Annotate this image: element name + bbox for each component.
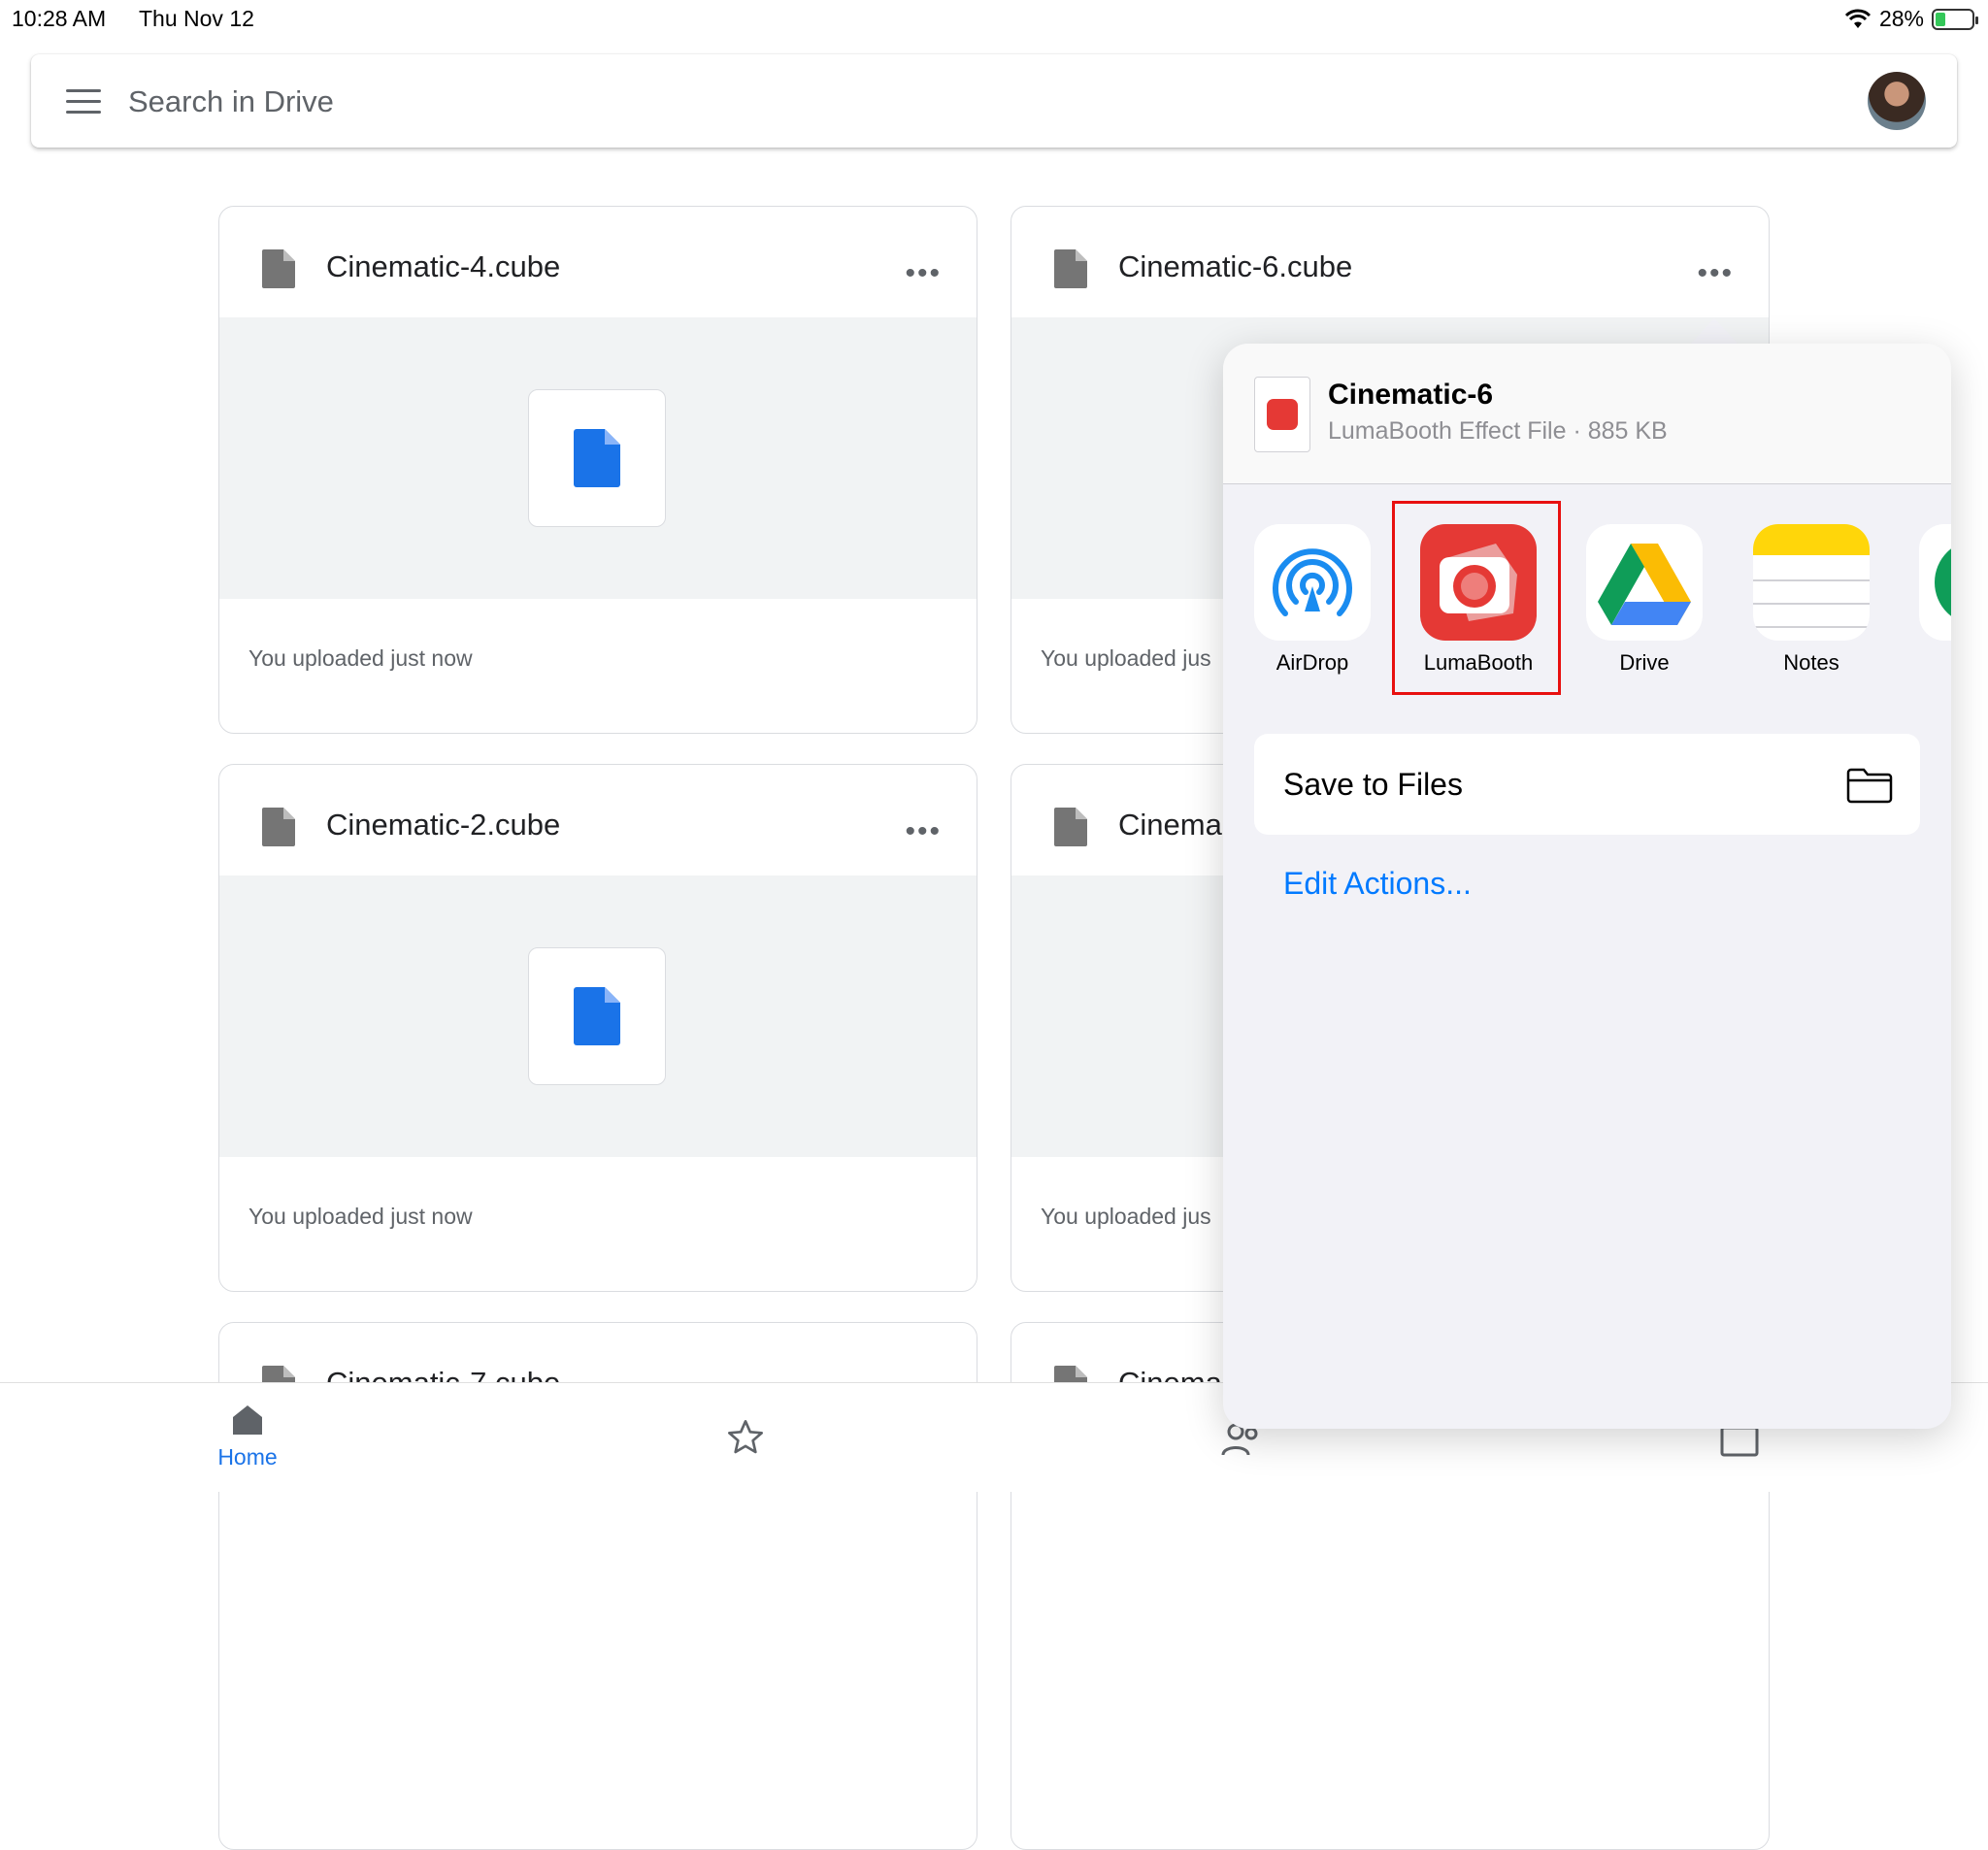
menu-icon[interactable] bbox=[66, 89, 101, 115]
nav-files[interactable] bbox=[1672, 1426, 1807, 1462]
nav-home-label: Home bbox=[217, 1444, 278, 1470]
file-name: Cinematic-2.cube bbox=[326, 808, 561, 842]
share-file-title: Cinematic-6 bbox=[1328, 379, 1494, 411]
file-icon bbox=[262, 249, 295, 288]
save-to-files-button[interactable]: Save to Files bbox=[1254, 734, 1920, 835]
notes-icon bbox=[1753, 524, 1870, 628]
home-icon bbox=[233, 1405, 262, 1435]
status-date: Thu Nov 12 bbox=[139, 6, 254, 31]
airdrop-icon bbox=[1273, 548, 1352, 616]
wifi-icon bbox=[1844, 9, 1872, 28]
lumabooth-file-icon bbox=[1254, 377, 1310, 452]
share-app-airdrop[interactable]: AirDrop bbox=[1249, 524, 1375, 676]
status-time: 10:28 AM bbox=[12, 6, 107, 31]
share-file-subtitle: LumaBooth Effect File · 885 KB bbox=[1328, 417, 1668, 445]
search-input[interactable]: Search in Drive bbox=[128, 84, 334, 119]
share-app-label: Notes bbox=[1783, 650, 1839, 675]
file-info: You uploaded just now bbox=[248, 1204, 473, 1229]
chrome-icon bbox=[1935, 548, 1951, 616]
file-thumbnail[interactable] bbox=[219, 317, 977, 599]
share-app-notes[interactable]: Notes bbox=[1748, 524, 1874, 676]
file-info: You uploaded jus bbox=[1041, 645, 1211, 671]
file-icon bbox=[1054, 249, 1087, 288]
file-thumbnail[interactable] bbox=[219, 875, 977, 1157]
folder-icon bbox=[1846, 768, 1893, 804]
file-name: Cinematic-6.cube bbox=[1118, 249, 1353, 283]
file-icon bbox=[1054, 808, 1087, 846]
battery-percent: 28% bbox=[1878, 6, 1924, 31]
document-icon bbox=[574, 987, 620, 1045]
avatar[interactable] bbox=[1868, 72, 1926, 130]
edit-actions-link[interactable]: Edit Actions... bbox=[1283, 866, 1472, 902]
google-drive-icon bbox=[1598, 544, 1691, 625]
share-app-label: C bbox=[1914, 650, 1951, 676]
file-name: Cinematic-4.cube bbox=[326, 249, 561, 283]
file-info: You uploaded jus bbox=[1041, 1204, 1211, 1229]
share-app-label: Drive bbox=[1619, 650, 1670, 675]
more-options-icon[interactable]: ••• bbox=[905, 257, 942, 290]
more-options-icon[interactable]: ••• bbox=[905, 815, 942, 848]
share-app-drive[interactable]: Drive bbox=[1581, 524, 1707, 676]
star-icon bbox=[728, 1420, 763, 1454]
nav-starred[interactable] bbox=[678, 1418, 813, 1462]
more-options-icon[interactable]: ••• bbox=[1697, 257, 1734, 290]
file-icon bbox=[262, 808, 295, 846]
folder-icon bbox=[1720, 1426, 1759, 1457]
share-app-label: AirDrop bbox=[1276, 650, 1349, 675]
highlight-box bbox=[1392, 501, 1561, 695]
save-to-files-label: Save to Files bbox=[1283, 767, 1463, 802]
file-card[interactable]: Cinematic-4.cube ••• You uploaded just n… bbox=[218, 206, 977, 734]
battery-icon bbox=[1932, 8, 1978, 30]
document-icon bbox=[574, 429, 620, 487]
nav-home[interactable]: Home bbox=[180, 1403, 315, 1470]
file-card[interactable]: Cinematic-2.cube ••• You uploaded just n… bbox=[218, 764, 977, 1292]
share-sheet-header: Cinematic-6 LumaBooth Effect File · 885 … bbox=[1223, 344, 1951, 484]
share-app-chrome[interactable]: C bbox=[1914, 524, 1951, 676]
file-info: You uploaded just now bbox=[248, 645, 473, 671]
search-bar[interactable]: Search in Drive bbox=[31, 54, 1957, 148]
share-sheet: Cinematic-6 LumaBooth Effect File · 885 … bbox=[1223, 344, 1951, 1429]
file-name: Cinema bbox=[1118, 808, 1222, 842]
share-sheet-arrow bbox=[1689, 318, 1740, 346]
share-apps-row: AirDrop LumaBooth Drive Notes bbox=[1223, 483, 1951, 707]
status-bar: 10:28 AM Thu Nov 12 28% bbox=[0, 0, 1988, 39]
